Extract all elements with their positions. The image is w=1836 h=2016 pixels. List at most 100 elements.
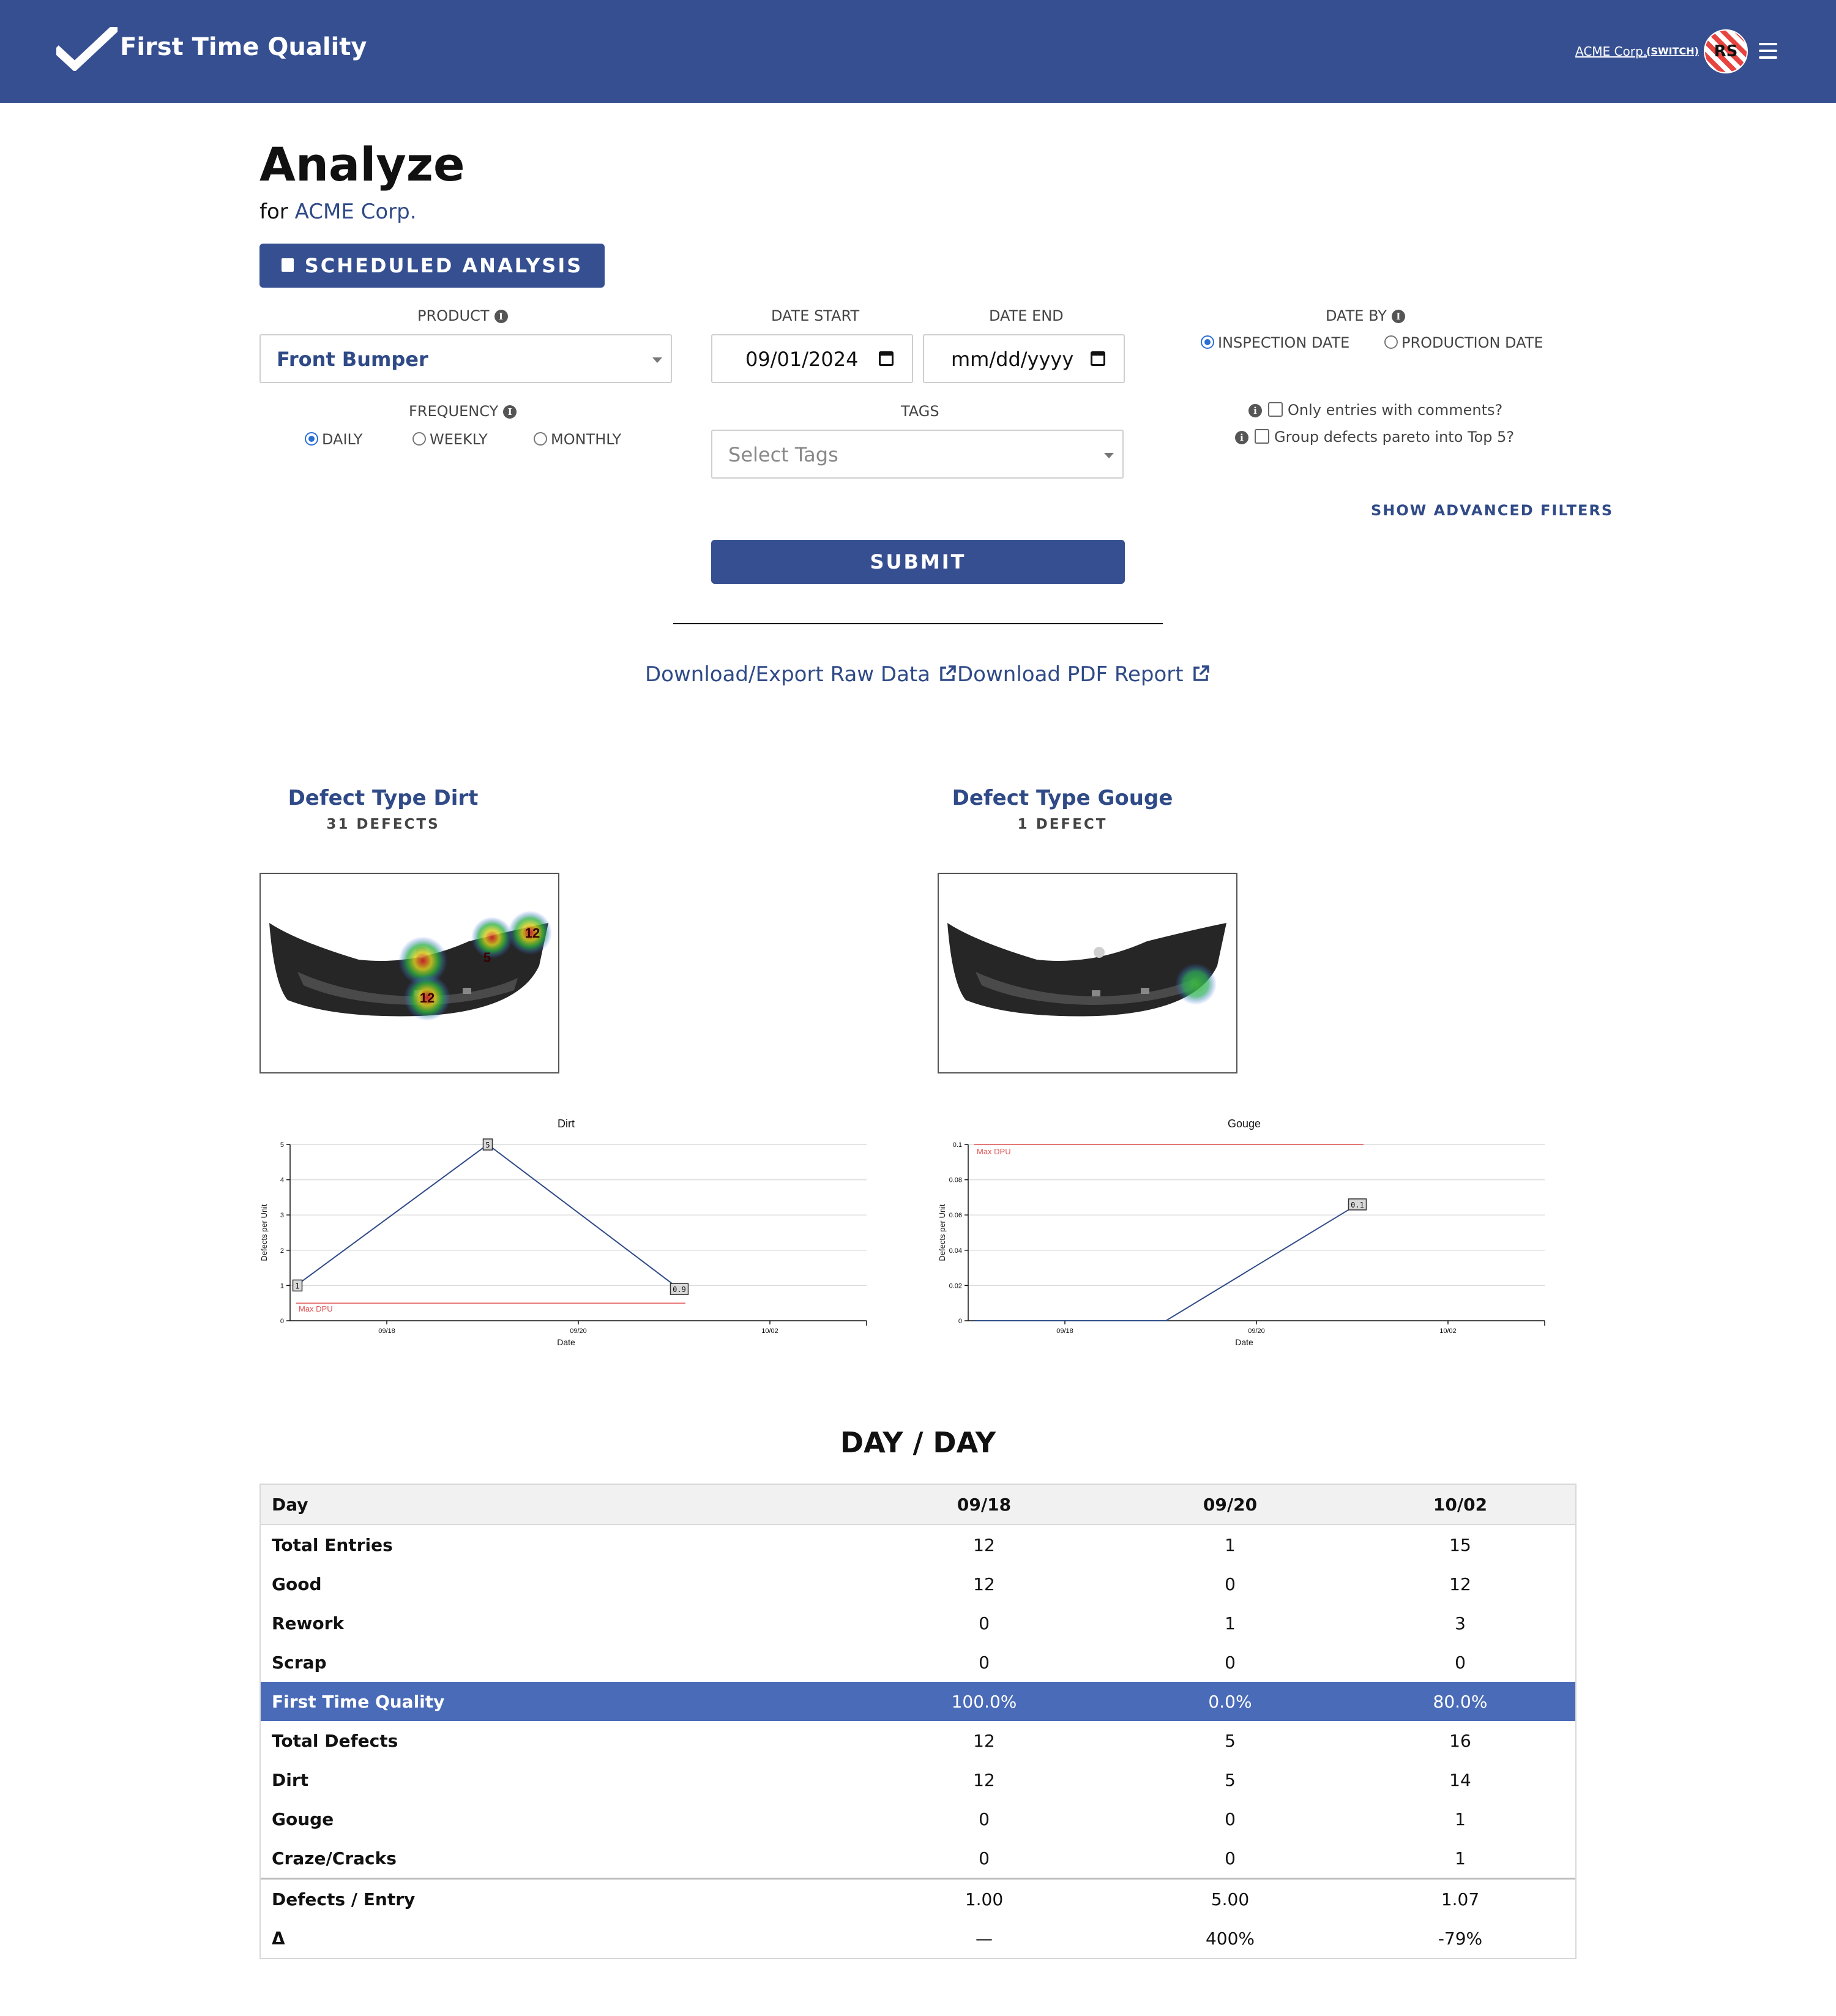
scheduled-analysis-button[interactable]: SCHEDULED ANALYSIS bbox=[259, 244, 605, 288]
x-axis-label: Date bbox=[557, 1337, 575, 1347]
chevron-down-icon bbox=[652, 357, 662, 363]
dirt-heatmap-image: 5 12 12 bbox=[259, 873, 559, 1073]
download-raw-label: Download/Export Raw Data bbox=[645, 662, 931, 687]
y-axis-label: Defects per Unit bbox=[938, 1204, 947, 1261]
date-end-input[interactable]: mm/dd/yyyy bbox=[923, 334, 1125, 383]
table-cell: 5 bbox=[1225, 1731, 1236, 1751]
info-icon[interactable]: i bbox=[1391, 310, 1405, 323]
table-row: Defects / Entry 1.00 5.00 1.07 bbox=[261, 1878, 1575, 1919]
scheduled-analysis-label: SCHEDULED ANALYSIS bbox=[304, 254, 583, 277]
avatar-initials: RS bbox=[1714, 42, 1738, 61]
y-tick-label: 5 bbox=[280, 1141, 284, 1149]
checkbox-icon[interactable] bbox=[1255, 429, 1269, 444]
table-row: Scrap 0 0 0 bbox=[261, 1643, 1575, 1682]
row-label: Craze/Cracks bbox=[272, 1848, 397, 1869]
date-by-label-text: DATE BY bbox=[1326, 307, 1387, 324]
chart-title: Dirt bbox=[558, 1118, 575, 1130]
for-label: for bbox=[259, 200, 288, 224]
y-tick-label: 0.06 bbox=[949, 1212, 962, 1219]
table-cell: 1 bbox=[1225, 1535, 1236, 1555]
table-row: Craze/Cracks 0 0 1 bbox=[261, 1839, 1575, 1878]
defect-dirt-title: Defect Type Dirt bbox=[288, 786, 479, 810]
dirt-line-chart: Dirt 0 1 2 3 4 5 09/18 09/20 10/02 Date Defects per… bbox=[259, 1118, 867, 1347]
calendar-icon[interactable] bbox=[1091, 351, 1105, 366]
table-title: DAY / DAY bbox=[840, 1426, 996, 1459]
date-by-production-radio[interactable]: PRODUCTION DATE bbox=[1384, 334, 1543, 351]
date-start-input[interactable]: 09/01/2024 bbox=[711, 334, 913, 383]
radio-selected-icon bbox=[1201, 335, 1214, 349]
tags-select[interactable]: Select Tags bbox=[711, 430, 1124, 479]
info-icon[interactable]: i bbox=[1235, 431, 1248, 444]
radio-icon bbox=[534, 432, 547, 446]
external-link-icon bbox=[940, 665, 956, 681]
table-cell: 80.0% bbox=[1433, 1692, 1488, 1712]
info-icon[interactable]: i bbox=[1248, 404, 1262, 417]
table-header-cell: 09/20 bbox=[1203, 1495, 1258, 1515]
gouge-line-chart: Gouge 0 0.02 0.04 0.06 0.08 0.1 09/18 09/20 10/02… bbox=[938, 1118, 1545, 1347]
defect-gouge-title: Defect Type Gouge bbox=[952, 786, 1173, 810]
date-by-label: DATE BY i bbox=[1326, 307, 1405, 324]
row-label: Scrap bbox=[272, 1652, 327, 1673]
date-by-inspection-radio[interactable]: INSPECTION DATE bbox=[1201, 334, 1349, 351]
first-time-quality-row: First Time Quality 100.0% 0.0% 80.0% bbox=[261, 1682, 1575, 1721]
series-line bbox=[296, 1143, 680, 1290]
info-icon[interactable]: i bbox=[503, 405, 517, 419]
table-row: Good 12 0 12 bbox=[261, 1564, 1575, 1603]
product-label-text: PRODUCT bbox=[417, 307, 490, 324]
calendar-icon[interactable] bbox=[879, 351, 894, 366]
company-link[interactable]: ACME Corp. bbox=[1575, 44, 1647, 59]
row-label: Δ bbox=[272, 1928, 285, 1949]
day-summary-table: Day 09/18 09/20 10/02 Total Entries 12 1 15… bbox=[259, 1484, 1577, 1959]
x-tick-label: 09/18 bbox=[378, 1327, 395, 1335]
chart-title: Gouge bbox=[1228, 1118, 1261, 1130]
show-advanced-filters-link[interactable]: SHOW ADVANCED FILTERS bbox=[1371, 502, 1613, 519]
download-raw-data-link[interactable]: Download/Export Raw Data bbox=[645, 662, 956, 687]
y-tick-label: 0.1 bbox=[953, 1141, 962, 1149]
table-row: Gouge 0 0 1 bbox=[261, 1799, 1575, 1839]
product-value: Front Bumper bbox=[277, 348, 428, 371]
y-tick-label: 0 bbox=[280, 1318, 284, 1325]
company-name-link[interactable]: ACME Corp. bbox=[295, 200, 417, 224]
data-label: 0.9 bbox=[673, 1285, 686, 1294]
row-label: Good bbox=[272, 1574, 322, 1594]
pareto-top5-checkbox[interactable]: i Group defects pareto into Top 5? bbox=[1235, 428, 1514, 446]
frequency-daily-radio[interactable]: DAILY bbox=[305, 431, 362, 448]
table-cell: 5.00 bbox=[1211, 1889, 1250, 1910]
frequency-weekly-radio[interactable]: WEEKLY bbox=[412, 431, 488, 448]
brand-name[interactable]: First Time Quality bbox=[120, 33, 367, 61]
defect-gouge-count: 1 DEFECT bbox=[1017, 816, 1108, 832]
table-row: Total Entries 12 1 15 bbox=[261, 1525, 1575, 1564]
chevron-down-icon bbox=[1104, 453, 1114, 458]
gouge-heatmap-image bbox=[938, 873, 1237, 1073]
switch-company-link[interactable]: (SWITCH) bbox=[1646, 45, 1699, 57]
avatar[interactable]: RS bbox=[1704, 29, 1748, 73]
info-icon[interactable]: i bbox=[494, 310, 508, 323]
checkbox-icon[interactable] bbox=[1268, 402, 1283, 417]
frequency-monthly-radio[interactable]: MONTHLY bbox=[534, 431, 621, 448]
table-cell: 3 bbox=[1455, 1613, 1466, 1633]
table-cell: -79% bbox=[1438, 1928, 1483, 1949]
date-by-option-label: PRODUCTION DATE bbox=[1401, 334, 1543, 351]
row-label: Dirt bbox=[272, 1770, 309, 1790]
comments-only-checkbox[interactable]: i Only entries with comments? bbox=[1248, 401, 1502, 419]
date-start-value: 09/01/2024 bbox=[745, 348, 859, 371]
y-tick-label: 3 bbox=[280, 1212, 284, 1219]
table-cell: 0 bbox=[1225, 1848, 1236, 1869]
calendar-icon bbox=[281, 258, 294, 272]
data-label: 0.1 bbox=[1351, 1201, 1364, 1209]
menu-icon[interactable] bbox=[1759, 43, 1777, 59]
table-header-cell: Day bbox=[272, 1495, 308, 1515]
frequency-option-label: MONTHLY bbox=[551, 431, 622, 448]
table-cell: 12 bbox=[973, 1770, 995, 1790]
date-by-option-label: INSPECTION DATE bbox=[1218, 334, 1350, 351]
y-tick-label: 4 bbox=[280, 1177, 284, 1184]
download-pdf-report-link[interactable]: Download PDF Report bbox=[957, 662, 1209, 687]
frequency-label-text: FREQUENCY bbox=[409, 403, 499, 420]
submit-button[interactable]: SUBMIT bbox=[711, 540, 1125, 584]
row-label: Total Defects bbox=[272, 1731, 398, 1751]
product-select[interactable]: Front Bumper bbox=[259, 334, 672, 383]
radio-selected-icon bbox=[305, 432, 318, 446]
check-logo-icon[interactable] bbox=[56, 27, 118, 71]
heat-label: 12 bbox=[420, 990, 435, 1006]
row-label: Defects / Entry bbox=[272, 1889, 416, 1910]
